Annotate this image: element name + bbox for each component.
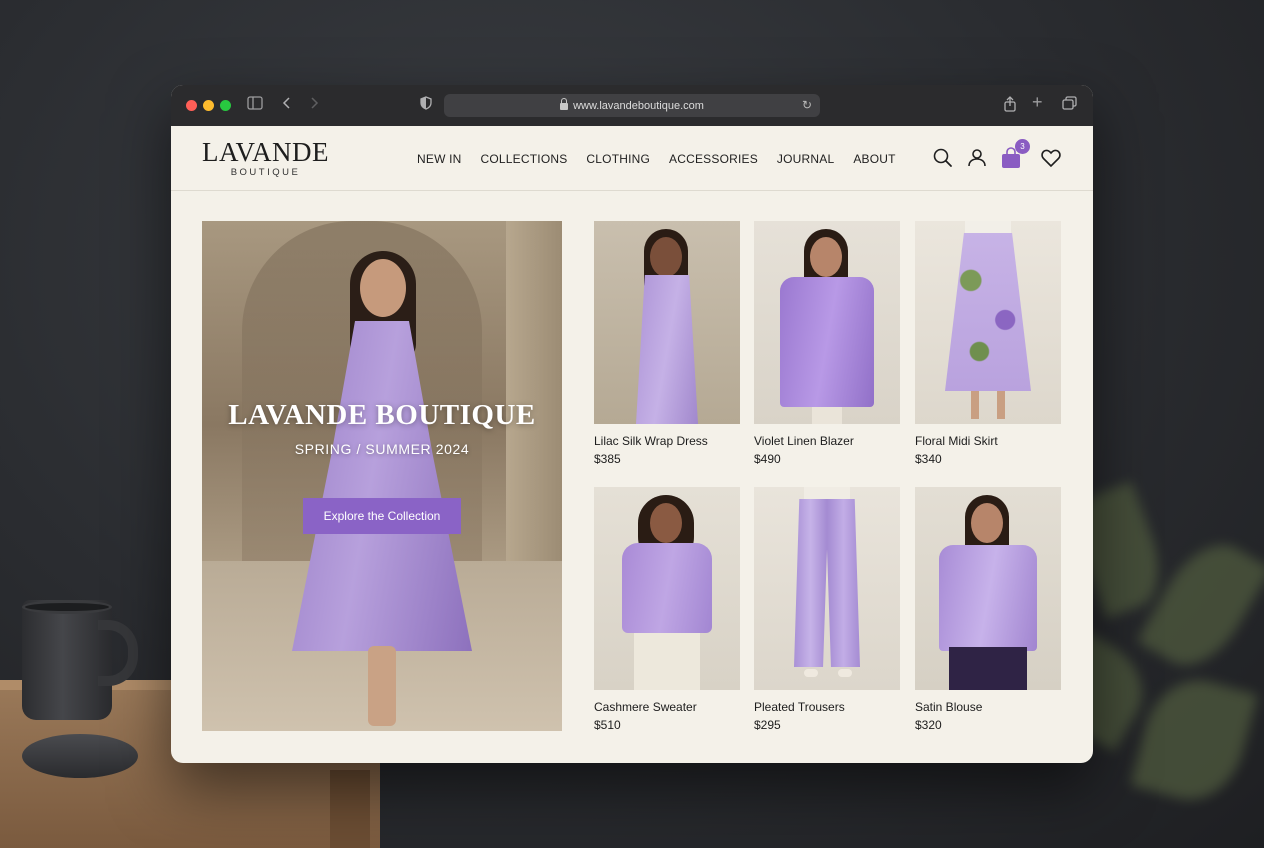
nav-collections[interactable]: COLLECTIONS: [481, 152, 568, 166]
hero-model-image: [292, 241, 472, 731]
product-image[interactable]: [594, 221, 740, 424]
forward-icon[interactable]: [309, 96, 319, 114]
hero-banner[interactable]: LAVANDE BOUTIQUE SPRING / SUMMER 2024 Ex…: [202, 221, 562, 731]
product-image[interactable]: [754, 487, 900, 690]
site-logo[interactable]: LAVANDE BOUTIQUE: [202, 138, 329, 178]
back-icon[interactable]: [282, 96, 292, 114]
product-card[interactable]: Satin Blouse $320: [915, 487, 1061, 732]
hero-title: LAVANDE BOUTIQUE: [228, 399, 536, 431]
product-name[interactable]: Pleated Trousers: [754, 700, 900, 714]
url-text: www.lavandeboutique.com: [573, 99, 704, 112]
shopping-bag-icon[interactable]: 3: [999, 139, 1030, 170]
product-card[interactable]: Pleated Trousers $295: [754, 487, 900, 732]
maximize-window-button[interactable]: [220, 100, 231, 111]
computer-mouse: [22, 734, 138, 778]
user-icon[interactable]: [965, 146, 989, 170]
product-image[interactable]: [915, 487, 1061, 690]
address-bar[interactable]: www.lavandeboutique.com ↻: [444, 94, 820, 117]
cart-count-badge: 3: [1015, 139, 1030, 154]
reload-icon[interactable]: ↻: [802, 98, 812, 112]
new-tab-icon[interactable]: +: [1032, 93, 1043, 111]
site-header: LAVANDE BOUTIQUE NEW IN COLLECTIONS CLOT…: [171, 126, 1093, 191]
nav-journal[interactable]: JOURNAL: [777, 152, 834, 166]
nav-clothing[interactable]: CLOTHING: [586, 152, 650, 166]
product-price: $320: [915, 718, 942, 732]
tabs-icon[interactable]: [1062, 96, 1077, 115]
product-image[interactable]: [594, 487, 740, 690]
browser-window: www.lavandeboutique.com ↻ + LAVANDE BOUT…: [171, 85, 1093, 763]
product-price: $385: [594, 452, 621, 466]
header-actions: 3: [921, 139, 1063, 170]
nav-about[interactable]: ABOUT: [853, 152, 895, 166]
nav-accessories[interactable]: ACCESSORIES: [669, 152, 758, 166]
product-card[interactable]: Violet Linen Blazer $490: [754, 221, 900, 466]
search-icon[interactable]: [931, 146, 955, 170]
nav-new-in[interactable]: NEW IN: [417, 152, 462, 166]
product-price: $295: [754, 718, 781, 732]
minimize-window-button[interactable]: [203, 100, 214, 111]
product-card[interactable]: Floral Midi Skirt $340: [915, 221, 1061, 466]
sidebar-icon[interactable]: [247, 96, 263, 114]
explore-collection-button[interactable]: Explore the Collection: [303, 498, 461, 534]
logo-wordmark: LAVANDE: [202, 137, 330, 167]
logo-subtitle: BOUTIQUE: [230, 167, 301, 178]
product-card[interactable]: Cashmere Sweater $510: [594, 487, 740, 732]
product-name[interactable]: Violet Linen Blazer: [754, 434, 900, 448]
heart-icon[interactable]: [1039, 146, 1063, 170]
share-icon[interactable]: [1003, 96, 1017, 116]
product-image[interactable]: [754, 221, 900, 424]
product-card[interactable]: Lilac Silk Wrap Dress $385: [594, 221, 740, 466]
shield-icon[interactable]: [420, 96, 432, 114]
product-price: $510: [594, 718, 621, 732]
product-price: $490: [754, 452, 781, 466]
browser-titlebar: www.lavandeboutique.com ↻ +: [171, 85, 1093, 126]
product-name[interactable]: Floral Midi Skirt: [915, 434, 1061, 448]
hero-subtitle: SPRING / SUMMER 2024: [294, 441, 470, 457]
product-name[interactable]: Lilac Silk Wrap Dress: [594, 434, 740, 448]
product-image[interactable]: [915, 221, 1061, 424]
close-window-button[interactable]: [186, 100, 197, 111]
lock-icon: [560, 98, 569, 110]
product-name[interactable]: Cashmere Sweater: [594, 700, 740, 714]
mug-handle: [98, 620, 138, 686]
product-price: $340: [915, 452, 942, 466]
main-content: LAVANDE BOUTIQUE SPRING / SUMMER 2024 Ex…: [171, 191, 1093, 763]
main-nav: NEW IN COLLECTIONS CLOTHING ACCESSORIES …: [417, 152, 915, 166]
product-name[interactable]: Satin Blouse: [915, 700, 1061, 714]
